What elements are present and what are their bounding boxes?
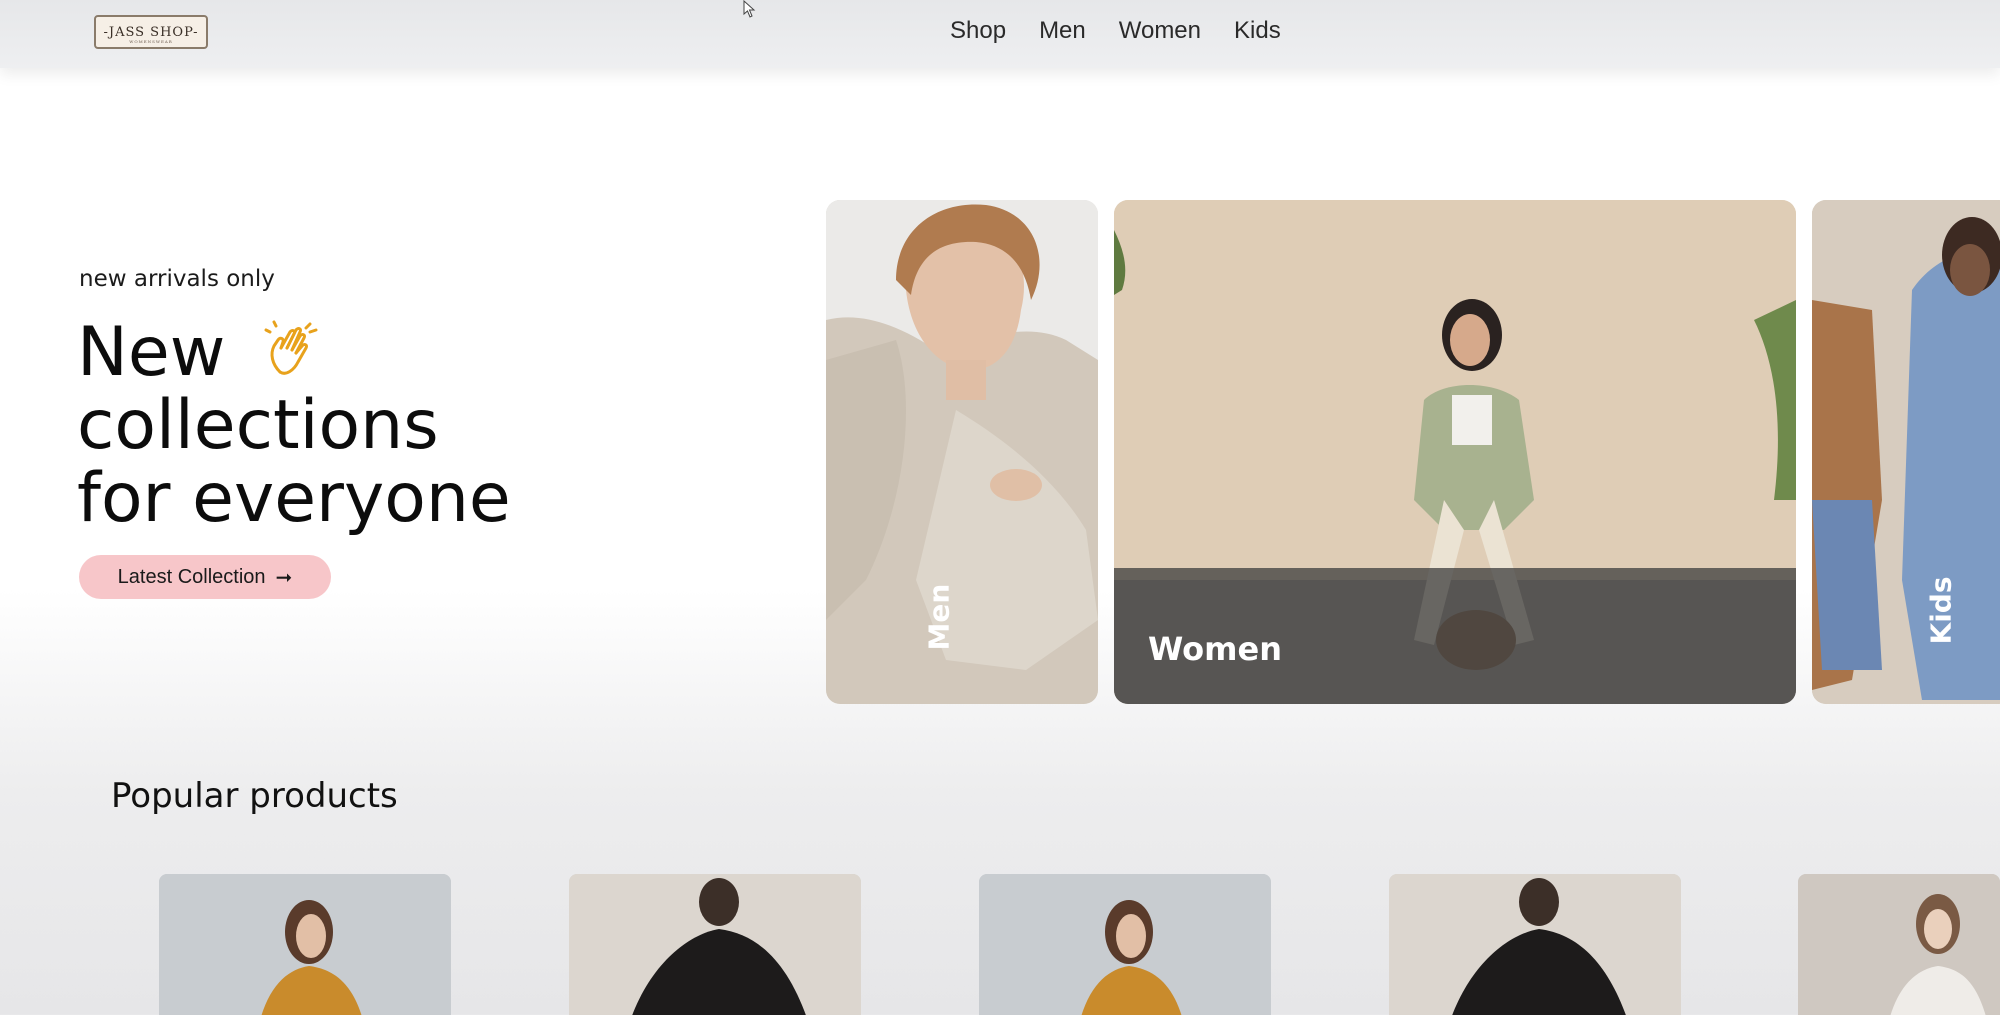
category-card-men[interactable]: Men	[826, 200, 1098, 704]
popular-products-title: Popular products	[111, 776, 398, 816]
latest-collection-button[interactable]: Latest Collection ➞	[79, 555, 331, 599]
product-card[interactable]	[1798, 874, 2000, 1015]
nav-link-women[interactable]: Women	[1119, 17, 1201, 45]
product-photo	[569, 874, 861, 1015]
product-photo	[159, 874, 451, 1015]
product-card[interactable]	[1389, 874, 1681, 1015]
category-label-men: Men	[922, 583, 956, 651]
category-card-women[interactable]: Women	[1114, 200, 1796, 704]
product-card[interactable]	[569, 874, 861, 1015]
kids-models-photo	[1812, 200, 2000, 704]
product-card[interactable]	[979, 874, 1271, 1015]
main-nav: Shop Men Women Kids	[950, 14, 1281, 48]
product-card[interactable]	[159, 874, 451, 1015]
product-photo	[1389, 874, 1681, 1015]
hero-title-line-3: for everyone	[77, 459, 511, 538]
nav-link-kids[interactable]: Kids	[1234, 17, 1281, 45]
category-label-women: Women	[1148, 630, 1282, 668]
product-photo	[1798, 874, 2000, 1015]
logo-text: -JASS SHOP-	[103, 24, 199, 40]
logo-subtitle: WOMENSWEAR	[129, 39, 173, 44]
hero-eyebrow: new arrivals only	[79, 266, 275, 292]
arrow-right-icon: ➞	[275, 566, 293, 589]
category-label-kids: Kids	[1924, 576, 1958, 645]
product-photo	[979, 874, 1271, 1015]
mouse-cursor-icon	[743, 0, 756, 18]
waving-hand-icon	[264, 320, 318, 375]
men-model-photo	[826, 200, 1098, 704]
cta-label: Latest Collection	[117, 565, 266, 588]
category-card-kids[interactable]: Kids	[1812, 200, 2000, 704]
brand-logo[interactable]: -JASS SHOP- WOMENSWEAR	[94, 15, 208, 49]
top-navbar: -JASS SHOP- WOMENSWEAR Shop Men Women Ki…	[0, 0, 2000, 68]
nav-link-shop[interactable]: Shop	[950, 17, 1006, 45]
nav-link-men[interactable]: Men	[1039, 17, 1086, 45]
hero-title-line-2: collections	[77, 386, 439, 465]
